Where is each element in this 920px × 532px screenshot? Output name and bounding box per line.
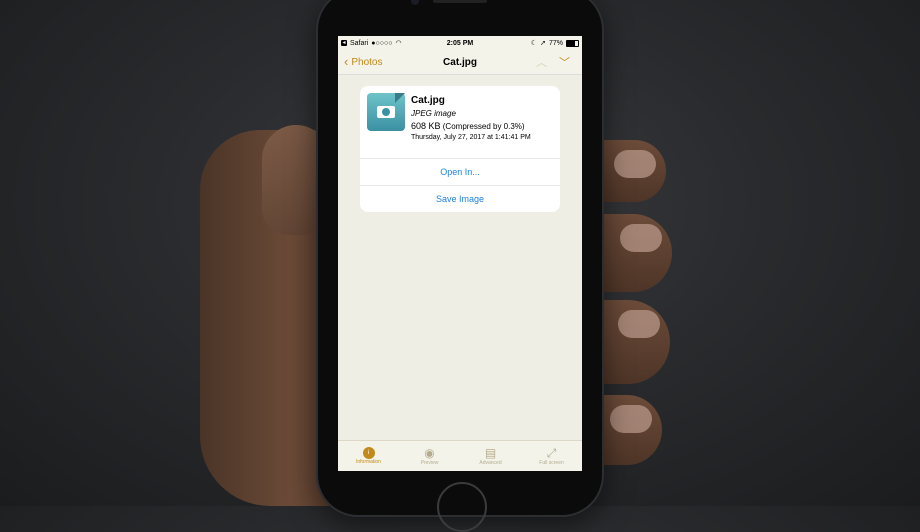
eye-icon: ◉ bbox=[424, 446, 435, 460]
file-size: 608 KB bbox=[411, 121, 441, 131]
phone-screen: ◂ Safari ●○○○○ ◠ 2:05 PM ☾ ➚ 77% ‹ Photo… bbox=[338, 36, 582, 471]
info-icon: i bbox=[362, 447, 375, 459]
navigation-bar: ‹ Photos Cat.jpg ︿ ﹀ bbox=[338, 50, 582, 75]
home-button[interactable] bbox=[437, 482, 487, 532]
status-bar: ◂ Safari ●○○○○ ◠ 2:05 PM ☾ ➚ 77% bbox=[338, 36, 582, 50]
chevron-up-icon[interactable]: ︿ bbox=[536, 54, 547, 70]
tab-preview[interactable]: ◉ Preview bbox=[399, 441, 460, 471]
file-info-card: Cat.jpg JPEG image 608 KB (Compressed by… bbox=[360, 86, 560, 212]
open-in-button[interactable]: Open In... bbox=[360, 158, 560, 185]
tab-information[interactable]: i Information bbox=[338, 441, 399, 471]
file-name: Cat.jpg bbox=[411, 95, 445, 106]
battery-icon bbox=[566, 39, 579, 47]
tab-bar: i Information ◉ Preview ▤ Advanced ⤢ Ful… bbox=[338, 440, 582, 471]
tab-label: Advanced bbox=[479, 460, 502, 466]
clipboard-icon: ▤ bbox=[484, 446, 497, 460]
tab-label: Full screen bbox=[539, 460, 564, 466]
tab-advanced[interactable]: ▤ Advanced bbox=[460, 441, 521, 471]
chevron-down-icon[interactable]: ﹀ bbox=[559, 54, 570, 70]
tab-full-screen[interactable]: ⤢ Full screen bbox=[521, 441, 582, 471]
save-image-button[interactable]: Save Image bbox=[360, 185, 560, 212]
image-file-icon bbox=[367, 93, 405, 131]
back-label: Photos bbox=[351, 56, 383, 68]
back-button[interactable]: ‹ Photos bbox=[338, 54, 383, 69]
chevron-left-icon: ‹ bbox=[344, 54, 349, 69]
expand-icon: ⤢ bbox=[546, 446, 557, 460]
file-compression: (Compressed by 0.3%) bbox=[442, 122, 525, 131]
tab-label: Preview bbox=[420, 460, 439, 466]
tab-label: Information bbox=[355, 459, 381, 465]
file-date: Thursday, July 27, 2017 at 1:41:41 PM bbox=[411, 134, 531, 141]
camera-icon bbox=[377, 106, 395, 118]
earpiece-speaker bbox=[433, 0, 487, 3]
file-type: JPEG image bbox=[411, 109, 456, 118]
status-time: 2:05 PM bbox=[446, 39, 474, 47]
